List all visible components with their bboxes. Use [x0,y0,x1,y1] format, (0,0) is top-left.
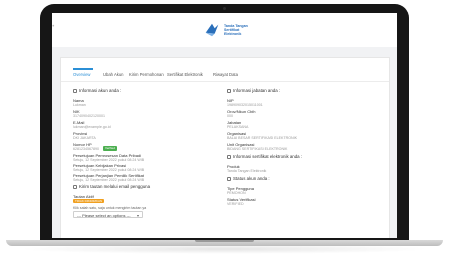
email-link-title: Kirim tautan melalui email pengguna [79,184,151,189]
account-info-heading: Informasi akun anda : [73,88,121,93]
tab-riwayat-data[interactable]: Riwayat Data [213,72,238,77]
logo-line-3: Elektronik [224,32,242,36]
send-link-select[interactable]: --- Please select an options --- ▾ [73,211,143,218]
province-value: DKI JAKARTA [73,135,96,140]
verification-status-value: VERIFIED [227,201,244,206]
account-status-heading: Status akun anda : [227,176,270,181]
product-value: Tanda Tangan Elektronik [227,168,267,173]
mail-icon [73,184,77,189]
tab-ubah-akun[interactable]: Ubah Akun [103,72,124,77]
phone-value: 6281234567890 [73,146,99,151]
top-bar: ••• Tanda Tangan Sertifikat Elektronik [52,13,397,47]
user-type-value: PEMOHON [227,190,246,195]
consent-policy-value: Setuju, 12 September 2022 pukul 08:24 WI… [73,167,145,172]
logo-text: Tanda Tangan Sertifikat Elektronik [224,24,248,36]
org-code-value: 000 [227,113,233,118]
account-status-title: Status akun anda : [233,176,270,181]
laptop-bezel: ••• Tanda Tangan Sertifikat Elektronik O… [40,4,409,242]
screen: ••• Tanda Tangan Sertifikat Elektronik O… [52,13,397,238]
email-value: lukman@example.go.id [73,124,111,129]
organization-value: BALAI BESAR SERTIFIKASI ELEKTRONIK [227,135,298,140]
id-card-icon [73,88,77,93]
certificate-icon [227,154,231,159]
status-icon [227,176,231,181]
work-unit-value: BIDANG SERTIFIKASI ELEKTRONIK [227,146,288,151]
tab-overview[interactable]: Overview [73,72,90,77]
certificate-info-title: Informasi sertifikat elektronik anda : [233,154,303,159]
nik-value: 3174090402120001 [73,113,105,118]
tab-divider [61,81,389,82]
consent-agreement-value: Setuju, 12 September 2022 pukul 08:24 WI… [73,177,145,182]
phone-verified-badge: Verified [103,146,118,151]
position-value: PELAKSANA [227,124,249,129]
active-tab-indicator [73,68,93,70]
job-info-heading: Informasi jabatan anda : [227,88,280,93]
menu-dots-icon[interactable]: ••• [52,24,54,30]
link-status-badge: TIDAK DIKIRIMKAN [73,198,105,204]
name-value: Lukman [73,102,86,107]
job-info-title: Informasi jabatan anda : [233,88,281,93]
select-hint: Klik salah satu, saja untuk mengirim tau… [73,206,147,210]
account-info-title: Informasi akun anda : [79,88,122,93]
chevron-down-icon: ▾ [136,213,139,218]
tab-kirim-permohonan[interactable]: Kirim Permohonan [129,72,164,77]
consent-privacy-value: Setuju, 12 September 2022 pukul 08:24 WI… [73,157,145,162]
tanda-tangan-logo-icon [205,23,219,37]
nip-value: 198909032015011001 [227,102,263,107]
tab-sertifikat-elektronik[interactable]: Sertifikat Elektronik [167,72,203,77]
camera-icon [223,7,226,10]
profile-card: Overview Ubah Akun Kirim Permohonan Sert… [60,57,390,238]
site-logo[interactable]: Tanda Tangan Sertifikat Elektronik [203,19,263,41]
certificate-info-heading: Informasi sertifikat elektronik anda : [227,154,302,159]
email-link-heading: Kirim tautan melalui email pengguna [73,184,150,189]
send-link-select-value: --- Please select an options --- [77,213,131,218]
briefcase-icon [227,88,231,93]
